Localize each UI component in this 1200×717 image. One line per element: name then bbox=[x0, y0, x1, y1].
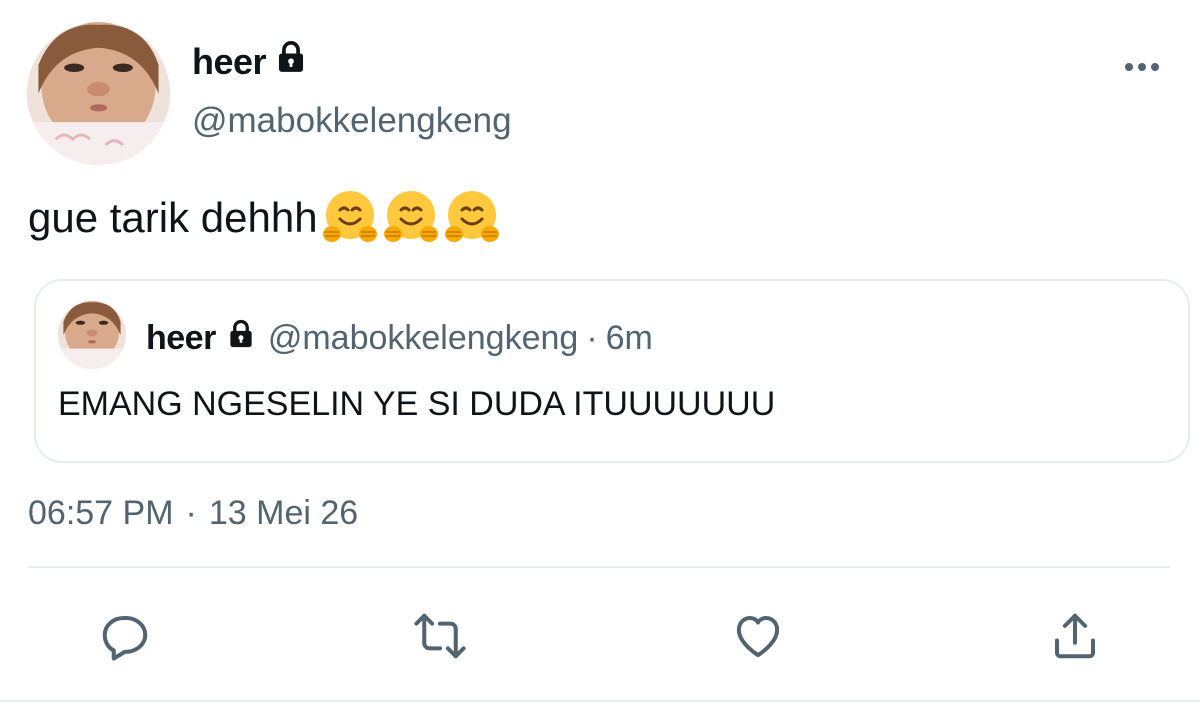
lock-icon bbox=[274, 40, 308, 83]
hugging-face-icon bbox=[381, 188, 441, 248]
retweet-icon[interactable] bbox=[410, 606, 470, 666]
separator-dot: · bbox=[185, 494, 197, 532]
hugging-face-icon bbox=[320, 188, 380, 248]
quoted-display-name: heer bbox=[146, 319, 216, 357]
quoted-tweet-card[interactable]: heer @mabokkelengkeng · 6m EMANG NGESELI… bbox=[34, 279, 1190, 463]
divider bbox=[28, 566, 1170, 568]
author-name[interactable]: heer bbox=[192, 40, 308, 83]
author-avatar[interactable] bbox=[27, 22, 170, 165]
quoted-time-ago: 6m bbox=[605, 319, 653, 357]
tweet-timestamp[interactable]: 06:57 PM · 13 Mei 26 bbox=[28, 494, 358, 533]
tweet-time: 06:57 PM bbox=[28, 494, 174, 532]
reply-icon[interactable] bbox=[95, 606, 155, 666]
quoted-tweet-text: EMANG NGESELIN YE SI DUDA ITUUUUUUU bbox=[58, 385, 776, 423]
hugging-face-icon bbox=[442, 188, 502, 248]
tweet-body: gue tarik dehhh bbox=[28, 194, 318, 241]
tweet-date: 13 Mei 26 bbox=[208, 494, 359, 532]
lock-icon bbox=[226, 319, 256, 358]
separator-dot: · bbox=[586, 319, 598, 357]
avatar-photo bbox=[27, 22, 170, 165]
quoted-author-avatar bbox=[58, 301, 126, 369]
share-icon[interactable] bbox=[1045, 606, 1105, 666]
divider bbox=[0, 700, 1200, 702]
tweet-text: gue tarik dehhh bbox=[28, 188, 502, 248]
like-icon[interactable] bbox=[728, 606, 788, 666]
display-name: heer bbox=[192, 40, 267, 82]
quoted-tweet-header: heer @mabokkelengkeng · 6m bbox=[146, 319, 653, 358]
avatar-photo bbox=[58, 301, 126, 369]
quoted-handle: @mabokkelengkeng bbox=[267, 319, 579, 357]
more-options-icon[interactable] bbox=[1121, 52, 1163, 82]
author-handle[interactable]: @mabokkelengkeng bbox=[192, 101, 512, 141]
